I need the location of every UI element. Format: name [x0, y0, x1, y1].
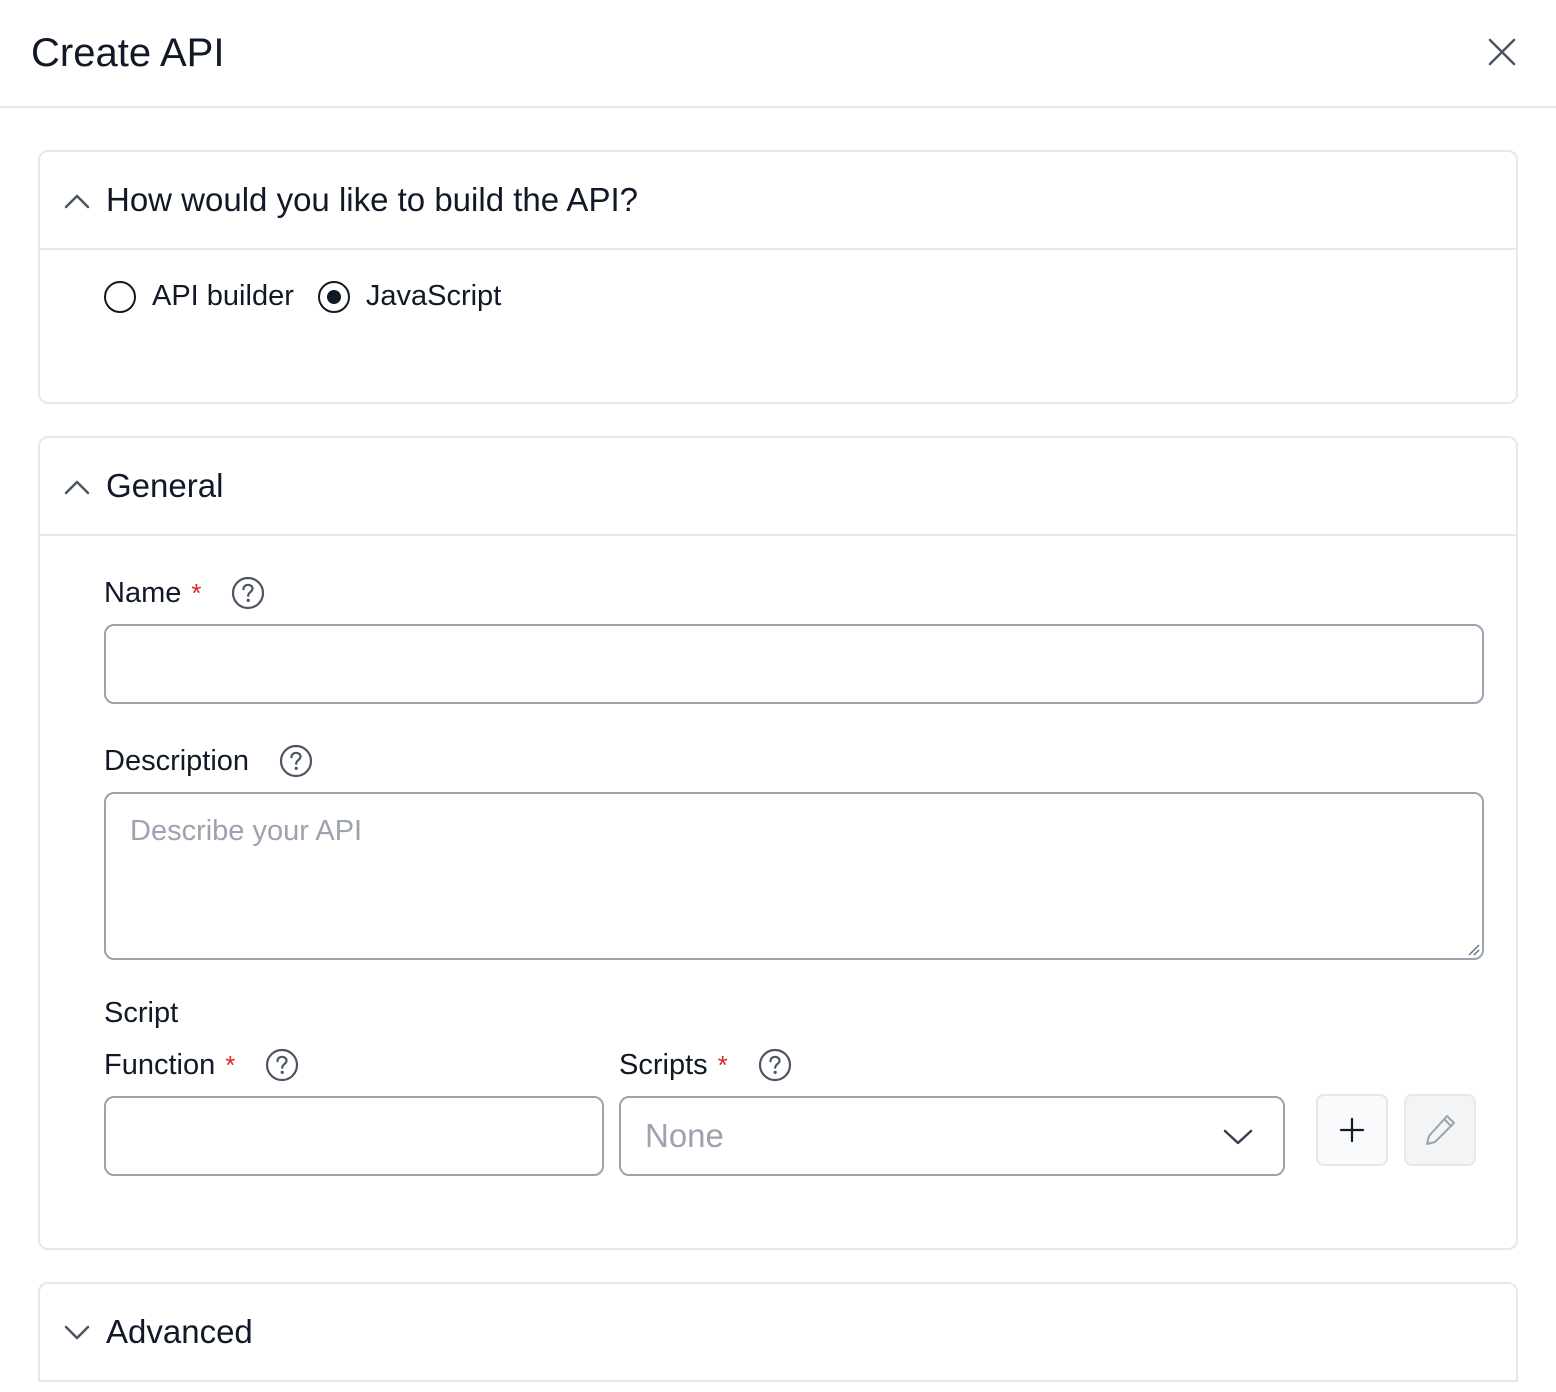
radio-button-unchecked[interactable]	[104, 280, 136, 313]
scripts-select-value: None	[645, 1117, 724, 1154]
general-header[interactable]: General	[40, 438, 1516, 534]
chevron-up-icon	[62, 186, 92, 216]
scripts-select[interactable]: None	[619, 1096, 1285, 1176]
radio-api-builder[interactable]: API builder	[104, 280, 294, 313]
description-label-text: Description	[104, 745, 250, 777]
function-label: Function *	[104, 1048, 299, 1082]
pencil-icon	[1426, 1115, 1455, 1145]
divider	[40, 248, 1516, 250]
radio-javascript[interactable]: JavaScript	[317, 280, 502, 313]
required-asterisk: *	[717, 1050, 728, 1080]
dialog-header: Create API	[0, 0, 1556, 108]
build-method-header[interactable]: How would you like to build the API?	[40, 152, 1516, 248]
build-method-panel: How would you like to build the API? API…	[38, 150, 1518, 404]
general-panel: General Name * Description Script Functi…	[38, 436, 1518, 1250]
radio-label-api-builder: API builder	[152, 280, 294, 312]
close-button[interactable]	[1478, 28, 1526, 76]
help-icon[interactable]	[265, 1048, 299, 1082]
description-wrapper	[104, 792, 1484, 960]
name-input[interactable]	[104, 624, 1484, 704]
edit-script-button[interactable]	[1404, 1094, 1476, 1166]
general-title: General	[106, 467, 224, 504]
advanced-title: Advanced	[106, 1313, 253, 1350]
divider	[40, 534, 1516, 536]
chevron-down-icon	[1221, 1122, 1255, 1152]
resize-handle-icon[interactable]	[1466, 942, 1480, 956]
plus-icon	[1339, 1117, 1365, 1143]
description-label: Description	[104, 744, 313, 778]
help-icon[interactable]	[231, 576, 265, 610]
function-label-text: Function	[104, 1049, 216, 1081]
build-method-radio-group: API builder JavaScript	[104, 280, 525, 313]
build-method-title: How would you like to build the API?	[106, 181, 638, 218]
scripts-label: Scripts *	[619, 1048, 792, 1082]
close-icon	[1488, 38, 1516, 66]
script-heading: Script	[104, 997, 179, 1029]
description-textarea[interactable]	[104, 792, 1484, 960]
help-icon[interactable]	[279, 744, 313, 778]
chevron-up-icon	[62, 472, 92, 502]
radio-label-javascript: JavaScript	[365, 280, 502, 312]
radio-button-checked[interactable]	[317, 280, 350, 313]
advanced-header[interactable]: Advanced	[40, 1284, 1516, 1380]
add-script-button[interactable]	[1316, 1094, 1388, 1166]
required-asterisk: *	[225, 1050, 236, 1080]
name-label: Name *	[104, 576, 265, 610]
function-input[interactable]	[104, 1096, 604, 1176]
dialog-title: Create API	[31, 31, 225, 75]
name-label-text: Name	[104, 577, 182, 609]
chevron-down-icon	[62, 1318, 92, 1348]
advanced-panel: Advanced	[38, 1282, 1518, 1382]
help-icon[interactable]	[758, 1048, 792, 1082]
required-asterisk: *	[191, 578, 202, 608]
scripts-label-text: Scripts	[619, 1049, 708, 1081]
